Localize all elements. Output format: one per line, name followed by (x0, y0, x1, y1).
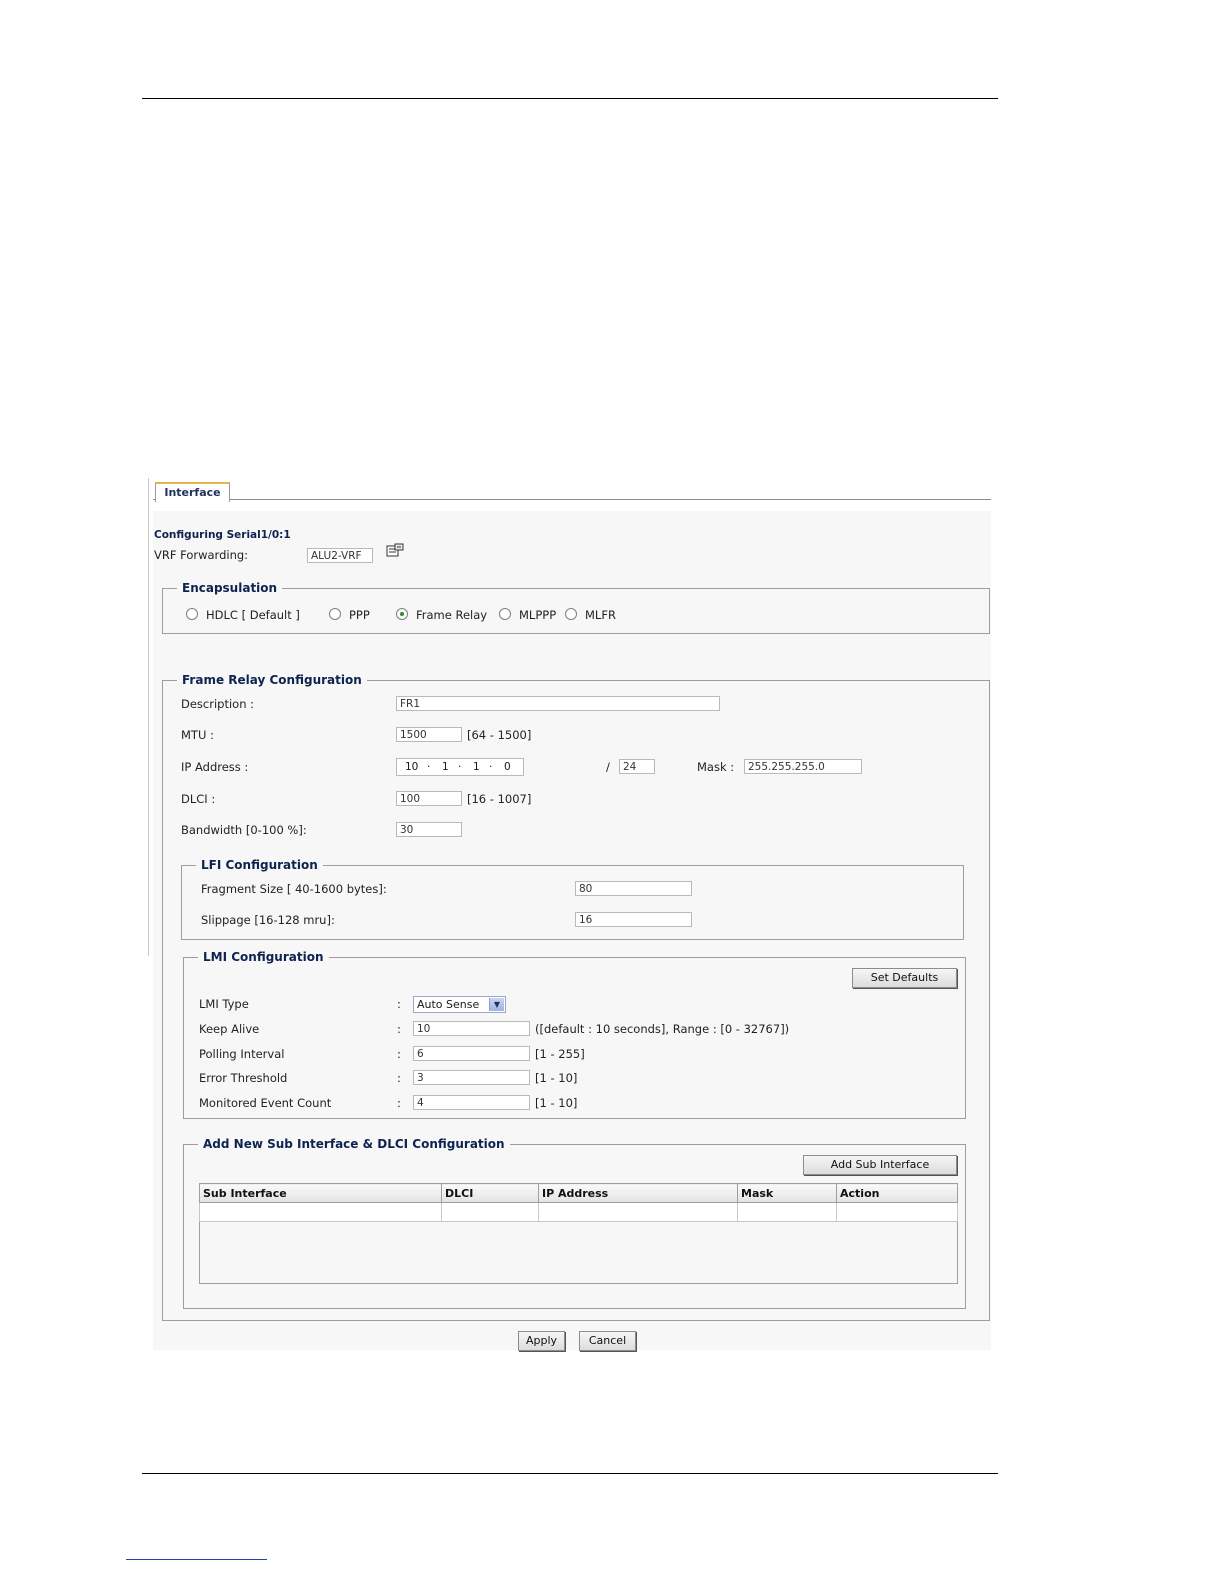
tab-interface[interactable]: Interface (155, 482, 230, 502)
chevron-down-icon[interactable]: ▼ (489, 998, 504, 1011)
description-field[interactable]: FR1 (396, 696, 720, 711)
prefix-field[interactable]: 24 (619, 759, 655, 774)
ip-address-label: IP Address : (181, 760, 249, 774)
vrf-field[interactable]: ALU2-VRF (307, 548, 373, 563)
mtu-field[interactable]: 1500 (396, 727, 462, 742)
fragment-size-label: Fragment Size [ 40-1600 bytes]: (201, 882, 387, 896)
polling-interval-colon: : (397, 1047, 401, 1061)
keep-alive-label: Keep Alive (199, 1022, 260, 1036)
polling-interval-label: Polling Interval (199, 1047, 285, 1061)
radio-mlppp[interactable] (499, 608, 511, 620)
table-cell (538, 1202, 738, 1222)
bandwidth-label: Bandwidth [0-100 %]: (181, 823, 307, 837)
mtu-range-hint: [64 - 1500] (467, 728, 532, 742)
polling-interval-hint: [1 - 255] (535, 1047, 585, 1061)
lfi-fieldset: LFI Configuration (181, 858, 964, 940)
table-cell (199, 1202, 442, 1222)
add-sub-interface-button[interactable]: Add Sub Interface (803, 1155, 957, 1175)
error-threshold-hint: [1 - 10] (535, 1071, 578, 1085)
table-row (199, 1202, 958, 1222)
bottom-page-rule (142, 1473, 998, 1474)
keep-alive-field[interactable]: 10 (413, 1021, 530, 1036)
monitored-event-count-field[interactable]: 4 (413, 1095, 530, 1110)
description-label: Description : (181, 697, 255, 711)
slippage-label: Slippage [16-128 mru]: (201, 913, 335, 927)
ip-octet-2[interactable]: 1 (442, 761, 449, 773)
footer-link-underline (126, 1559, 267, 1560)
tab-bar-line (153, 499, 991, 500)
monitored-event-count-label: Monitored Event Count (199, 1096, 332, 1110)
table-cell (441, 1202, 539, 1222)
lfi-legend: LFI Configuration (201, 858, 318, 872)
keep-alive-colon: : (397, 1022, 401, 1036)
cancel-button[interactable]: Cancel (579, 1331, 636, 1351)
error-threshold-colon: : (397, 1071, 401, 1085)
apply-button[interactable]: Apply (518, 1331, 565, 1351)
ip-dot: · (489, 761, 493, 773)
lmi-type-label: LMI Type (199, 997, 249, 1011)
prefix-slash: / (606, 760, 610, 774)
fragment-size-field[interactable]: 80 (575, 881, 692, 896)
dlci-label: DLCI : (181, 792, 216, 806)
column-sub-interface: Sub Interface (199, 1183, 442, 1203)
radio-ppp[interactable] (329, 608, 341, 620)
polling-interval-field[interactable]: 6 (413, 1046, 530, 1061)
lmi-type-colon: : (397, 997, 401, 1011)
radio-hdlc-label: HDLC [ Default ] (206, 608, 300, 622)
error-threshold-field[interactable]: 3 (413, 1070, 530, 1085)
radio-mlfr-label: MLFR (585, 608, 616, 622)
page-title: Configuring Serial1/0:1 (154, 529, 291, 541)
properties-icon[interactable] (386, 543, 404, 558)
encapsulation-legend: Encapsulation (182, 581, 278, 595)
ip-dot: · (427, 761, 431, 773)
column-dlci: DLCI (441, 1183, 539, 1203)
radio-frame-relay-label: Frame Relay (416, 608, 488, 622)
error-threshold-label: Error Threshold (199, 1071, 288, 1085)
bandwidth-field[interactable]: 30 (396, 822, 462, 837)
dlci-field[interactable]: 100 (396, 791, 462, 806)
ip-dot: · (458, 761, 462, 773)
mtu-label: MTU : (181, 728, 214, 742)
sub-interface-legend: Add New Sub Interface & DLCI Configurati… (203, 1137, 505, 1151)
top-page-rule (142, 98, 998, 99)
column-action: Action (836, 1183, 958, 1203)
radio-mlppp-label: MLPPP (519, 608, 557, 622)
lmi-legend: LMI Configuration (203, 950, 324, 964)
radio-ppp-label: PPP (349, 608, 370, 622)
ip-address-field[interactable]: 10 · 1 · 1 · 0 (396, 758, 524, 776)
radio-hdlc[interactable] (186, 608, 198, 620)
ip-octet-4[interactable]: 0 (504, 761, 511, 773)
slippage-field[interactable]: 16 (575, 912, 692, 927)
frame-relay-legend: Frame Relay Configuration (182, 673, 362, 687)
lmi-type-select[interactable]: Auto Sense ▼ (413, 996, 506, 1013)
table-cell (737, 1202, 837, 1222)
keep-alive-hint: ([default : 10 seconds], Range : [0 - 32… (535, 1022, 790, 1036)
left-border-line (148, 478, 149, 956)
table-header-row: Sub Interface DLCI IP Address Mask Actio… (199, 1183, 958, 1203)
monitored-event-count-colon: : (397, 1096, 401, 1110)
monitored-event-count-hint: [1 - 10] (535, 1096, 578, 1110)
vrf-label: VRF Forwarding: (154, 548, 249, 562)
column-mask: Mask (737, 1183, 837, 1203)
lmi-type-value: Auto Sense (417, 998, 480, 1011)
mask-label: Mask : (697, 760, 735, 774)
ip-octet-1[interactable]: 10 (405, 761, 418, 773)
ip-octet-3[interactable]: 1 (473, 761, 480, 773)
dlci-range-hint: [16 - 1007] (467, 792, 532, 806)
sub-interface-table: Sub Interface DLCI IP Address Mask Actio… (199, 1183, 958, 1222)
set-defaults-button[interactable]: Set Defaults (852, 968, 957, 988)
radio-mlfr[interactable] (565, 608, 577, 620)
mask-field[interactable]: 255.255.255.0 (744, 759, 862, 774)
table-cell (836, 1202, 958, 1222)
column-ip-address: IP Address (538, 1183, 738, 1203)
radio-frame-relay[interactable] (396, 608, 408, 620)
